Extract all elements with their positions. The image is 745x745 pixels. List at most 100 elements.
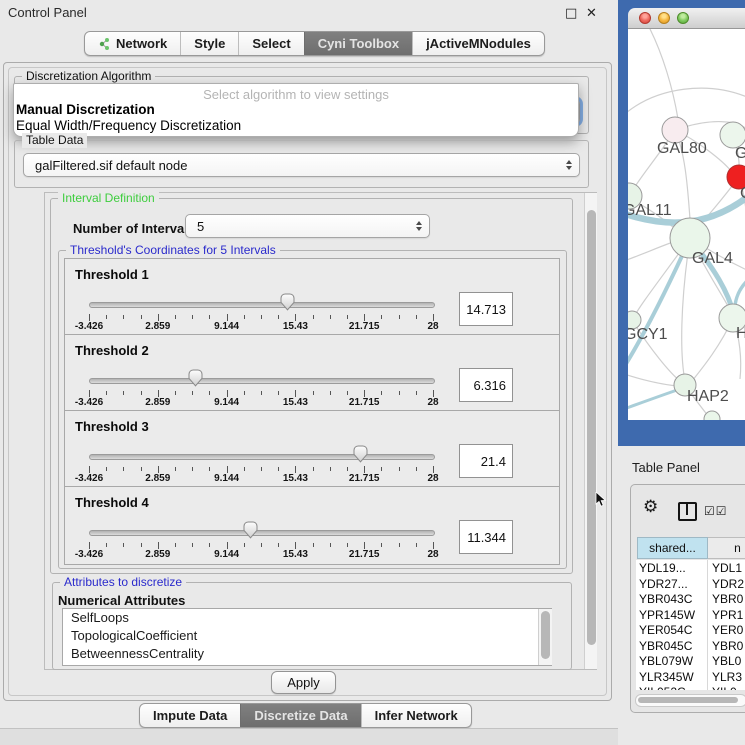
attributes-list-scrollbar[interactable] xyxy=(538,609,552,665)
network-window-titlebar[interactable] xyxy=(628,8,745,29)
table-cell[interactable]: YPR145W xyxy=(639,608,695,622)
tab-style[interactable]: Style xyxy=(180,32,238,55)
float-window-icon[interactable]: □ xyxy=(565,6,577,21)
table-cell[interactable]: YDR2 xyxy=(712,577,744,591)
slider-tick xyxy=(347,543,348,547)
minimize-light-icon[interactable] xyxy=(658,12,670,24)
slider-tick-label: 28 xyxy=(427,473,438,484)
slider-handle[interactable] xyxy=(187,369,204,392)
table-row[interactable]: YPR145W YPR1 xyxy=(636,607,745,623)
threshold-value-field[interactable]: 11.344 xyxy=(459,520,513,554)
table-row[interactable]: YLR345W YLR3 xyxy=(636,669,745,685)
threshold-value-field[interactable]: 21.4 xyxy=(459,444,513,478)
tab-select[interactable]: Select xyxy=(238,32,303,55)
table-row[interactable]: YBL079W YBL0 xyxy=(636,653,745,669)
threshold-value-field[interactable]: 14.713 xyxy=(459,292,513,326)
slider-track[interactable] xyxy=(89,454,435,460)
slider-tick xyxy=(330,543,331,547)
slider-tick xyxy=(313,315,314,319)
app-root: Control Panel □ ✕ NetworkStyleSelectCyni… xyxy=(0,0,745,745)
tab-discretize-data[interactable]: Discretize Data xyxy=(240,704,360,727)
table-row[interactable]: YER054C YER0 xyxy=(636,622,745,638)
table-cell[interactable]: YBR043C xyxy=(639,592,692,606)
table-cell[interactable]: YBR0 xyxy=(712,639,743,653)
slider-track[interactable] xyxy=(89,302,435,308)
slider-tick xyxy=(330,467,331,471)
tab-impute-data[interactable]: Impute Data xyxy=(140,704,240,727)
slider-handle[interactable] xyxy=(242,521,259,544)
columns-icon[interactable] xyxy=(678,502,697,521)
threshold-value-field[interactable]: 6.316 xyxy=(459,368,513,402)
attribute-item-topologicalcoefficient[interactable]: TopologicalCoefficient xyxy=(63,627,551,645)
tab-cyni-toolbox[interactable]: Cyni Toolbox xyxy=(304,32,412,55)
algorithm-option-equal-width-frequency-discretization[interactable]: Equal Width/Frequency Discretization xyxy=(16,118,241,133)
table-row[interactable]: YDL19... YDL1 xyxy=(636,560,745,576)
slider-handle[interactable] xyxy=(279,293,296,316)
table-cell[interactable]: YIL052C xyxy=(639,685,686,690)
table-row[interactable]: YBR043C YBR0 xyxy=(636,591,745,607)
table-cell[interactable]: YBR045C xyxy=(639,639,692,653)
apply-button[interactable]: Apply xyxy=(271,671,336,694)
slider-tick xyxy=(381,467,382,471)
column-header-name[interactable]: n xyxy=(708,537,745,559)
tab-label: Cyni Toolbox xyxy=(318,36,399,51)
table-cell[interactable]: YPR1 xyxy=(712,608,743,622)
table-cell[interactable]: YDR27... xyxy=(639,577,688,591)
slider-tick xyxy=(364,314,365,321)
table-data-select[interactable]: galFiltered.sif default node xyxy=(23,153,580,177)
numerical-attributes-list[interactable]: SelfLoopsTopologicalCoefficientBetweenne… xyxy=(62,608,552,666)
slider-tick xyxy=(209,467,210,471)
tab-network[interactable]: Network xyxy=(85,32,180,55)
slider-tick xyxy=(175,391,176,395)
slider-tick xyxy=(261,391,262,395)
table-rows[interactable]: YDL19...YDL1YDR27...YDR2YBR043CYBR0YPR14… xyxy=(636,560,745,690)
threshold-rows: Threshold 1-3.4262.8599.14415.4321.71528… xyxy=(64,258,560,564)
zoom-light-icon[interactable] xyxy=(677,12,689,24)
slider-tick xyxy=(313,467,314,471)
slider-tick xyxy=(416,543,417,547)
table-horizontal-scrollbar[interactable] xyxy=(635,694,745,707)
attribute-item-selfloops[interactable]: SelfLoops xyxy=(63,609,551,627)
attribute-item-betweennesscentrality[interactable]: BetweennessCentrality xyxy=(63,645,551,663)
checkbox-icons[interactable]: ☑☑ xyxy=(704,504,728,518)
scrollbar-thumb[interactable] xyxy=(638,697,738,703)
network-canvas[interactable]: GAL80GACGAL11GAL4GCY1HHAP2 xyxy=(628,29,745,420)
gear-icon[interactable]: ⚙ xyxy=(643,499,658,516)
table-cell[interactable]: YBR0 xyxy=(712,592,743,606)
network-node[interactable] xyxy=(704,411,720,420)
table-cell[interactable]: YLR3 xyxy=(712,670,742,684)
slider-tick-label: 9.144 xyxy=(214,321,239,332)
tab-label: Network xyxy=(116,36,167,51)
slider-track[interactable] xyxy=(89,378,435,384)
settings-vertical-scrollbar[interactable] xyxy=(584,193,597,669)
table-cell[interactable]: YER0 xyxy=(712,623,743,637)
close-light-icon[interactable] xyxy=(639,12,651,24)
table-cell[interactable]: YDL19... xyxy=(639,561,686,575)
column-header-shared[interactable]: shared... xyxy=(637,537,708,559)
slider-tick xyxy=(227,542,228,549)
table-row[interactable]: YDR27... YDR2 xyxy=(636,576,745,592)
number-of-intervals-select[interactable]: 5 xyxy=(185,214,430,238)
table-cell[interactable]: YLR345W xyxy=(639,670,694,684)
table-cell[interactable]: YBL0 xyxy=(712,654,741,668)
close-window-icon[interactable]: ✕ xyxy=(586,6,597,21)
slider-handle[interactable] xyxy=(352,445,369,468)
slider-tick xyxy=(399,467,400,471)
table-cell[interactable]: YER054C xyxy=(639,623,692,637)
table-cell[interactable]: YBL079W xyxy=(639,654,693,668)
control-panel-tabbar: Network StyleSelect Cyni Toolbox jActiveMNo… xyxy=(84,31,545,56)
tab-infer-network[interactable]: Infer Network xyxy=(361,704,471,727)
table-cell[interactable]: YIL0 xyxy=(712,685,737,690)
slider-track[interactable] xyxy=(89,530,435,536)
slider-tick xyxy=(106,391,107,395)
table-row[interactable]: YIL052C YIL0 xyxy=(636,684,745,690)
slider-tick-label: 28 xyxy=(427,321,438,332)
network-graph: GAL80GACGAL11GAL4GCY1HHAP2 xyxy=(628,29,745,420)
slider-tick-label: 9.144 xyxy=(214,397,239,408)
tab-jactivemnodules[interactable]: jActiveMNodules xyxy=(412,32,544,55)
algorithm-option-manual-discretization[interactable]: Manual Discretization xyxy=(16,102,155,117)
scrollbar-thumb[interactable] xyxy=(541,611,550,659)
table-cell[interactable]: YDL1 xyxy=(712,561,742,575)
table-row[interactable]: YBR045C YBR0 xyxy=(636,638,745,654)
scrollbar-thumb[interactable] xyxy=(587,210,596,645)
